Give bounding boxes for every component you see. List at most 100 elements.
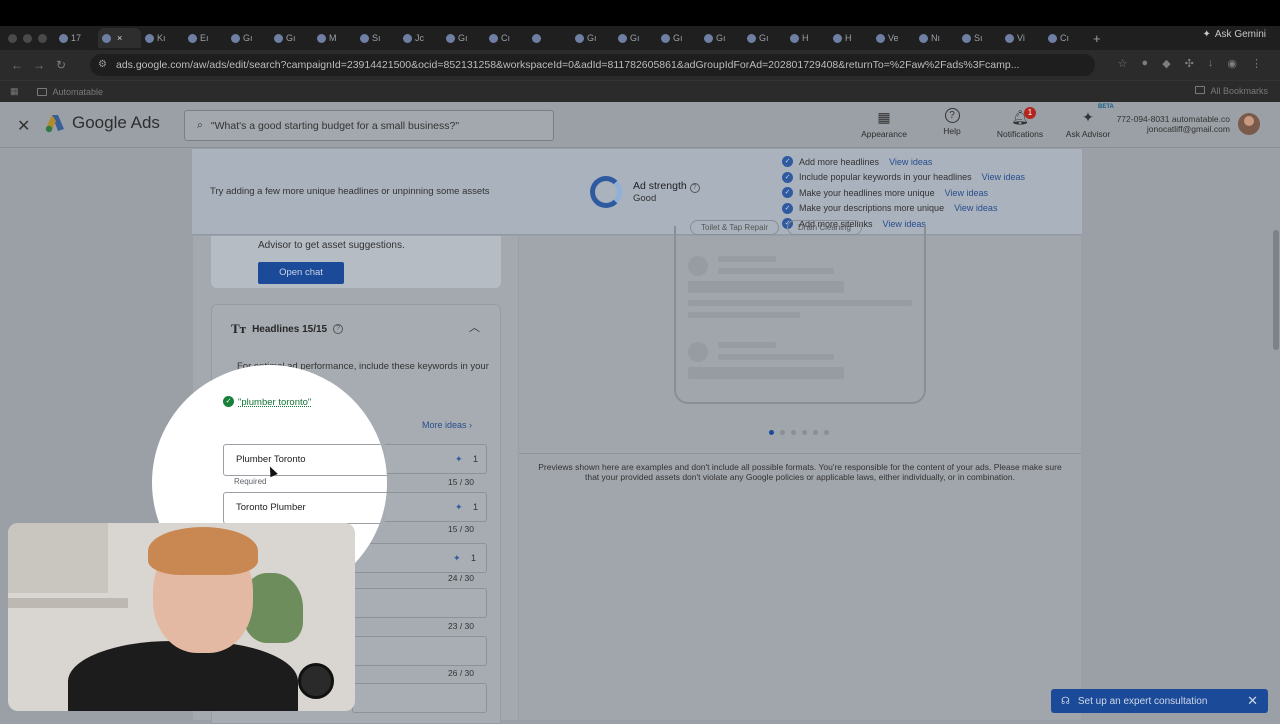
browser-tab[interactable]: Eı: [184, 28, 227, 48]
tab-favicon-icon: [747, 33, 756, 43]
browser-tab[interactable]: Gı: [227, 28, 270, 48]
headline-input[interactable]: Plumber Toronto: [223, 444, 387, 476]
collapse-chevron-icon[interactable]: ︿: [469, 319, 480, 335]
browser-tab[interactable]: Gı: [700, 28, 743, 48]
skeleton-line: [688, 300, 912, 306]
headline-input[interactable]: [352, 636, 487, 666]
browser-tab[interactable]: Nı: [915, 28, 958, 48]
text-format-icon: Tт: [231, 321, 247, 336]
browser-tab[interactable]: Gı: [442, 28, 485, 48]
browser-tab[interactable]: Vi: [1001, 28, 1044, 48]
apps-grid-icon[interactable]: ▦: [10, 86, 19, 97]
tab-favicon-icon: [231, 33, 240, 43]
all-bookmarks[interactable]: All Bookmarks: [1195, 86, 1268, 96]
headline-input[interactable]: ✦ 1: [385, 444, 487, 474]
help-icon[interactable]: ?: [333, 324, 344, 334]
browser-tab[interactable]: [528, 28, 571, 48]
browser-tab[interactable]: ×: [98, 28, 141, 48]
os-top-bar: [0, 0, 1280, 26]
view-ideas-link[interactable]: View ideas: [945, 188, 988, 198]
url-bar[interactable]: ⚙ ads.google.com/aw/ads/edit/search?camp…: [90, 54, 1095, 76]
pin-icon[interactable]: ✦: [455, 454, 463, 465]
view-ideas-link[interactable]: View ideas: [954, 203, 997, 213]
view-ideas-link[interactable]: View ideas: [982, 172, 1025, 182]
phone-preview: Toilet & Tap Repair Drain Cleaning: [674, 220, 926, 404]
headline-input[interactable]: Toronto Plumber: [223, 492, 387, 524]
help-icon[interactable]: ?: [689, 183, 700, 193]
extension-icon[interactable]: ●: [1142, 57, 1149, 70]
keyword-chip[interactable]: "plumber toronto": [238, 397, 311, 408]
browser-tab[interactable]: Sı: [958, 28, 1001, 48]
browser-tab[interactable]: H: [829, 28, 872, 48]
close-editor-icon[interactable]: ✕: [17, 116, 30, 136]
folder-icon: [36, 87, 47, 96]
open-chat-button[interactable]: Open chat: [258, 262, 344, 284]
ask-gemini-button[interactable]: ✦ Ask Gemini: [1202, 29, 1266, 40]
view-ideas-link[interactable]: View ideas: [889, 157, 932, 167]
divider: [519, 453, 1081, 454]
back-icon[interactable]: ←: [6, 58, 28, 72]
headline-input[interactable]: ✦ 1: [352, 543, 487, 573]
ad-strength-tip: Try adding a few more unique headlines o…: [210, 186, 490, 197]
close-icon[interactable]: ✕: [1247, 693, 1258, 709]
skeleton-line: [688, 281, 844, 293]
window-controls[interactable]: [8, 33, 47, 43]
page-scrollbar[interactable]: [1273, 230, 1279, 350]
skeleton-line: [688, 367, 844, 379]
pin-icon[interactable]: ✦: [453, 553, 461, 564]
skeleton-line: [688, 312, 800, 318]
headline-input[interactable]: ✦ 1: [385, 492, 487, 522]
advisor-sparkle-icon: ✦: [1082, 108, 1094, 125]
char-count: 15 / 30: [448, 477, 474, 487]
headline-input[interactable]: [352, 588, 487, 618]
browser-tab[interactable]: Gı: [270, 28, 313, 48]
tab-favicon-icon: [1048, 33, 1057, 43]
browser-tab[interactable]: M: [313, 28, 356, 48]
account-info[interactable]: 772-094-8031 automatable.co jonocatliff@…: [1100, 114, 1230, 134]
expert-consultation-button[interactable]: ☊ Set up an expert consultation ✕: [1051, 689, 1268, 713]
headline-input[interactable]: [352, 683, 487, 713]
ad-strength-label: Ad strength ?: [633, 180, 700, 193]
forward-icon[interactable]: →: [28, 58, 50, 72]
tab-favicon-icon: [704, 33, 713, 43]
profile-icon[interactable]: ◉: [1227, 57, 1237, 70]
site-info-icon[interactable]: ⚙: [98, 54, 107, 76]
advisor-card: Advisor to get asset suggestions. Open c…: [211, 236, 501, 288]
browser-tab[interactable]: Ve: [872, 28, 915, 48]
browser-tab[interactable]: Cı: [1044, 28, 1087, 48]
close-tab-icon[interactable]: ×: [117, 33, 122, 43]
browser-tab[interactable]: Kı: [141, 28, 184, 48]
preview-pagination[interactable]: [769, 430, 829, 435]
browser-tab[interactable]: Gı: [614, 28, 657, 48]
browser-tab[interactable]: Gı: [657, 28, 700, 48]
avatar[interactable]: [1238, 113, 1260, 135]
required-label: Required: [234, 477, 267, 486]
ad-strength-value: Good: [633, 193, 657, 204]
search-input[interactable]: ⌕ "What's a good starting budget for a s…: [184, 110, 554, 141]
bookmark-folder[interactable]: Automatable: [36, 87, 103, 97]
extensions-puzzle-icon[interactable]: ✣: [1185, 57, 1194, 70]
notifications-button[interactable]: 🔔︎ 1 Notifications: [986, 107, 1054, 139]
browser-tab[interactable]: Gı: [743, 28, 786, 48]
google-ads-logo[interactable]: Google Ads: [44, 113, 160, 133]
bookmark-star-icon[interactable]: ☆: [1118, 57, 1128, 70]
extension-icon[interactable]: ◆: [1162, 57, 1170, 70]
browser-tab[interactable]: Jc: [399, 28, 442, 48]
appearance-button[interactable]: ▦ Appearance: [850, 108, 918, 140]
menu-kebab-icon[interactable]: ⋮: [1251, 57, 1262, 70]
download-icon[interactable]: ↓: [1208, 57, 1214, 70]
new-tab-button[interactable]: +: [1093, 31, 1101, 46]
skeleton-line: [718, 256, 776, 262]
folder-icon: [1195, 86, 1206, 94]
help-button[interactable]: ? Help: [918, 108, 986, 139]
tab-favicon-icon: [188, 33, 197, 43]
browser-tab[interactable]: Cı: [485, 28, 528, 48]
browser-tab[interactable]: H: [786, 28, 829, 48]
browser-tab[interactable]: Sı: [356, 28, 399, 48]
pin-icon[interactable]: ✦: [455, 502, 463, 513]
advisor-text: Advisor to get asset suggestions.: [258, 240, 405, 251]
reload-icon[interactable]: ↻: [50, 58, 72, 72]
browser-tab[interactable]: Gı: [571, 28, 614, 48]
browser-tab[interactable]: 17: [55, 28, 98, 48]
more-ideas-link[interactable]: More ideas ›: [422, 420, 472, 430]
